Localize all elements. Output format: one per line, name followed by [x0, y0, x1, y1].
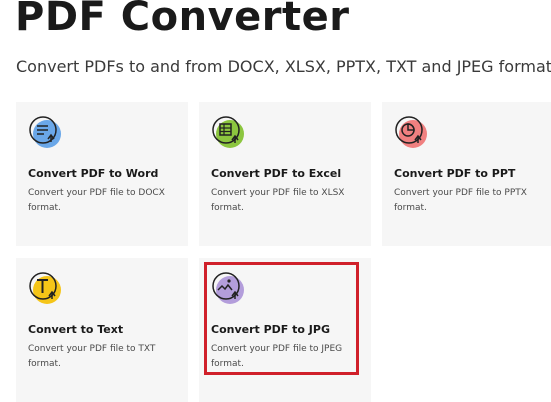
card-description: Convert your PDF file to DOCX format.: [28, 188, 165, 213]
card-convert-to-text[interactable]: Convert to Text Convert your PDF file to…: [16, 258, 188, 402]
page-subtitle: Convert PDFs to and from DOCX, XLSX, PPT…: [16, 57, 551, 76]
card-convert-pdf-to-word[interactable]: Convert PDF to Word Convert your PDF fil…: [16, 102, 188, 246]
card-title: Convert PDF to JPG: [211, 323, 330, 336]
card-title: Convert PDF to Word: [28, 167, 159, 180]
card-title: Convert PDF to Excel: [211, 167, 342, 180]
image-icon: [211, 271, 245, 305]
card-convert-pdf-to-excel[interactable]: Convert PDF to Excel Convert your PDF fi…: [199, 102, 371, 246]
card-description: Convert your PDF file to PPTX format.: [394, 188, 527, 213]
excel-sheet-icon: [211, 115, 245, 149]
card-description: Convert your PDF file to TXT format.: [28, 344, 156, 369]
card-description: Convert your PDF file to JPEG format.: [211, 344, 343, 369]
word-doc-icon: [28, 115, 62, 149]
card-title: Convert PDF to PPT: [394, 167, 516, 180]
page-title: PDF Converter: [15, 0, 350, 40]
card-description: Convert your PDF file to XLSX format.: [211, 188, 345, 213]
card-convert-pdf-to-ppt[interactable]: Convert PDF to PPT Convert your PDF file…: [382, 102, 551, 246]
ppt-chart-icon: [394, 115, 428, 149]
card-title: Convert to Text: [28, 323, 124, 336]
text-t-icon: [28, 271, 62, 305]
card-convert-pdf-to-jpg[interactable]: Convert PDF to JPG Convert your PDF file…: [199, 258, 371, 402]
